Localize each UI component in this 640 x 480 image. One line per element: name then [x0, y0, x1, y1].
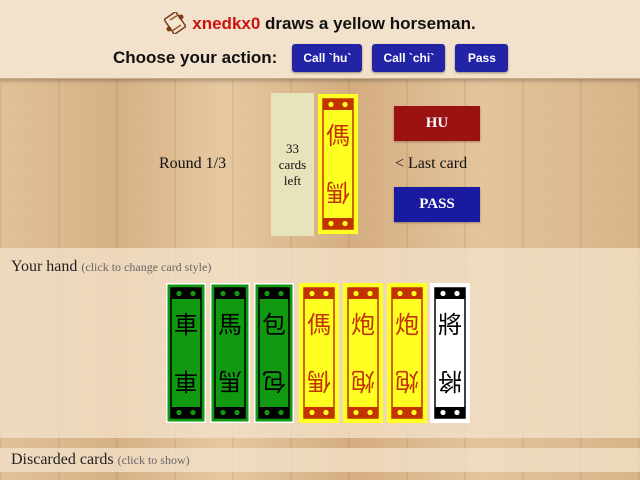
- card-top-char: 包: [262, 311, 286, 339]
- card-top-char: 炮: [351, 311, 375, 339]
- pass-header-button[interactable]: Pass: [455, 44, 509, 72]
- deck-pile: 33 cards left: [271, 93, 314, 236]
- card-face: 傌傌: [318, 94, 358, 234]
- card-top-char: 炮: [395, 311, 419, 339]
- pass-button[interactable]: PASS: [394, 187, 480, 222]
- scroll-icon: [163, 10, 188, 36]
- last-card-label: < Last card: [395, 155, 468, 172]
- discard-title[interactable]: Discarded cards (click to show): [11, 451, 190, 469]
- card-bottom-char: 馬: [218, 367, 242, 395]
- round-indicator: Round 1/3: [159, 155, 227, 172]
- action-label: Choose your action:: [113, 48, 278, 67]
- deck-label-cards: cards: [278, 156, 307, 172]
- hu-button[interactable]: HU: [394, 106, 480, 141]
- hand-card[interactable]: 馬馬: [210, 283, 250, 423]
- hand-card[interactable]: 傌傌: [299, 283, 339, 423]
- hand-title[interactable]: Your hand (click to change card style): [11, 258, 211, 276]
- status-text: draws a yellow horseman.: [260, 14, 476, 33]
- deck-count: 33: [286, 140, 299, 156]
- card-face: 炮炮: [343, 283, 383, 423]
- card-face: 傌傌: [299, 283, 339, 423]
- deck-label-left: left: [283, 172, 302, 188]
- hand-card[interactable]: 炮炮: [343, 283, 383, 423]
- hand-card[interactable]: 包包: [254, 283, 294, 423]
- card-face: 將將: [430, 283, 470, 423]
- hand-title-text: Your hand: [11, 258, 78, 275]
- card-bottom-char: 將: [438, 367, 462, 395]
- hand-card[interactable]: 將將: [430, 283, 470, 423]
- card-face: 包包: [254, 283, 294, 423]
- card-top-char: 傌: [307, 311, 331, 339]
- hand-card[interactable]: 炮炮: [387, 283, 427, 423]
- discard-title-text: Discarded cards: [11, 451, 114, 468]
- card-top-char: 馬: [218, 311, 242, 339]
- status-line: xnedkx0 draws a yellow horseman.: [0, 10, 640, 36]
- hand-card[interactable]: 車車: [166, 283, 206, 423]
- card-bottom-char: 傌: [307, 367, 331, 395]
- player-name: xnedkx0: [192, 14, 261, 33]
- discard-panel[interactable]: Discarded cards (click to show): [0, 448, 640, 472]
- card-bottom-char: 車: [174, 367, 198, 395]
- card-face: 炮炮: [387, 283, 427, 423]
- card-bottom-char: 傌: [326, 178, 350, 206]
- card-top-char: 將: [438, 311, 462, 339]
- card-top-char: 傌: [326, 122, 350, 150]
- card-top-char: 車: [174, 311, 198, 339]
- card-face: 馬馬: [210, 283, 250, 423]
- last-card: 傌傌: [318, 94, 358, 234]
- call-hu-button[interactable]: Call `hu`: [292, 44, 363, 72]
- card-bottom-char: 炮: [351, 367, 375, 395]
- top-bar: xnedkx0 draws a yellow horseman. Choose …: [0, 0, 640, 79]
- card-bottom-char: 炮: [395, 367, 419, 395]
- action-row: Choose your action: Call `hu` Call `chi`…: [113, 43, 509, 73]
- hand-hint: (click to change card style): [81, 260, 212, 274]
- card-face: 車車: [166, 283, 206, 423]
- discard-hint: (click to show): [117, 453, 190, 467]
- card-bottom-char: 包: [262, 367, 286, 395]
- call-chi-button[interactable]: Call `chi`: [372, 44, 446, 72]
